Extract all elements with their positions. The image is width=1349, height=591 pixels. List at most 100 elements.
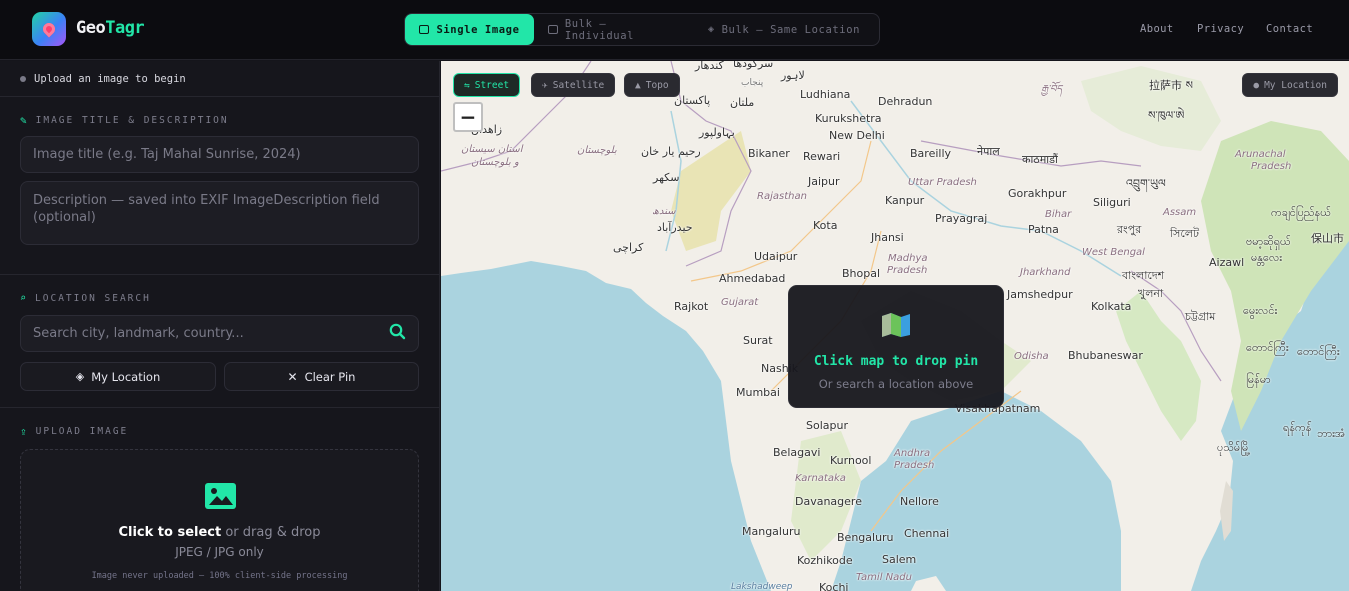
logo[interactable] bbox=[32, 12, 66, 46]
map-label: Aizawl bbox=[1209, 256, 1245, 269]
map-label: ས་ཁུལ་ཨེ bbox=[1148, 109, 1185, 122]
map-label: 拉萨市 ས bbox=[1149, 79, 1193, 92]
map-label: Jhansi bbox=[871, 231, 904, 244]
map-label: Udaipur bbox=[754, 250, 798, 263]
map-label: West Bengal bbox=[1082, 247, 1145, 258]
map-label: Ahmedabad bbox=[719, 272, 786, 285]
map-label: سندھ bbox=[652, 206, 676, 217]
map-label: Kanpur bbox=[885, 194, 925, 207]
mode-bulk-individual[interactable]: Bulk — Individual bbox=[534, 14, 694, 45]
map-label: Jharkhand bbox=[1020, 267, 1071, 278]
nav-contact[interactable]: Contact bbox=[1266, 23, 1313, 35]
map-label: پنجاب bbox=[741, 78, 764, 88]
map-label: မန္တလေး bbox=[1251, 251, 1283, 264]
map-label: Tamil Nadu bbox=[856, 572, 912, 583]
map-label: Rajasthan bbox=[757, 191, 807, 202]
map-label: Solapur bbox=[806, 419, 848, 432]
map-label: Jaipur bbox=[808, 175, 840, 188]
images-icon bbox=[548, 25, 558, 34]
map-label: سکھر bbox=[653, 171, 680, 184]
map-label: Davanagere bbox=[795, 495, 862, 508]
map-label: Kurnool bbox=[830, 454, 872, 467]
nav-privacy[interactable]: Privacy bbox=[1197, 23, 1244, 35]
map-label: Bihar bbox=[1045, 209, 1072, 220]
layer-satellite-tab[interactable]: ✈ Satellite bbox=[531, 73, 616, 97]
mode-bulk-same-location[interactable]: ◈ Bulk — Same Location bbox=[694, 14, 874, 45]
map-label: Arunachal bbox=[1235, 149, 1286, 160]
map-label: 保山市 bbox=[1311, 232, 1344, 245]
map-label: Bengaluru bbox=[837, 531, 894, 544]
brand-name[interactable]: GeoTagr bbox=[76, 18, 145, 38]
map-label: တောင်ကြီး bbox=[1246, 341, 1289, 354]
map-label: کراچی bbox=[613, 241, 644, 254]
map-label: بلوچستان bbox=[577, 145, 617, 156]
map-label: Kozhikode bbox=[797, 554, 853, 567]
map-label: کندهار bbox=[695, 61, 724, 72]
upload-section: ⇪ UPLOAD IMAGE Click to select or drag &… bbox=[0, 408, 439, 591]
crosshair-icon: ◈ bbox=[75, 370, 85, 383]
map-label: Bhubaneswar bbox=[1068, 349, 1143, 362]
my-location-button[interactable]: ◈ My Location bbox=[20, 362, 216, 391]
pencil-icon: ✎ bbox=[20, 113, 29, 127]
map-label: Surat bbox=[743, 334, 773, 347]
layer-street-tab[interactable]: ⇋ Street bbox=[453, 73, 521, 97]
map-label: Gujarat bbox=[721, 297, 759, 308]
description-textarea[interactable]: Description — saved into EXIF ImageDescr… bbox=[20, 181, 419, 245]
upload-dropzone[interactable]: Click to select or drag & drop JPEG / JP… bbox=[20, 449, 419, 591]
overlay-subtitle: Or search a location above bbox=[818, 377, 974, 391]
map-label: ကချင်ပြည်နယ် bbox=[1271, 206, 1331, 219]
map-label: Andhra bbox=[894, 448, 931, 459]
map-label: တောင်ကြီး bbox=[1297, 345, 1340, 358]
nav-about[interactable]: About bbox=[1140, 23, 1174, 35]
map-label: ဘားအံ bbox=[1317, 427, 1346, 440]
map-label: Rewari bbox=[803, 150, 841, 163]
map-canvas[interactable]: کندهار سرگودھا لاہور پنجاب پاکستان ملتان… bbox=[441, 61, 1349, 591]
map-label: Uttar Pradesh bbox=[908, 177, 977, 188]
map-label: Kurukshetra bbox=[815, 112, 882, 125]
map-label: Madhya bbox=[888, 253, 928, 264]
satellite-icon: ✈ bbox=[542, 79, 548, 91]
map-label: سرگودھا bbox=[733, 61, 774, 70]
map-label: ပုသိမ်မြို့ bbox=[1217, 441, 1251, 454]
overlay-title: Click map to drop pin bbox=[813, 354, 979, 369]
image-title-input[interactable]: Image title (e.g. Taj Mahal Sunrise, 202… bbox=[20, 136, 419, 173]
zoom-out-button[interactable]: − bbox=[453, 102, 483, 132]
map-label: Karnataka bbox=[795, 473, 846, 484]
mountain-icon: ▲ bbox=[635, 79, 641, 91]
map-label: Bareilly bbox=[910, 147, 952, 160]
location-search-input[interactable]: Search city, landmark, country... bbox=[20, 315, 419, 352]
map-my-location-button[interactable]: ● My Location bbox=[1242, 73, 1338, 97]
image-icon bbox=[419, 25, 430, 34]
layers-icon: ◈ bbox=[708, 24, 715, 35]
map-label: Pradesh bbox=[1251, 161, 1292, 172]
upload-icon: ⇪ bbox=[20, 424, 29, 438]
map-label: Patna bbox=[1028, 223, 1059, 236]
map-label: မွေးလင်း bbox=[1243, 304, 1278, 317]
section-heading: ✎ IMAGE TITLE & DESCRIPTION bbox=[20, 113, 229, 127]
map-label: استان سیستان bbox=[461, 144, 523, 155]
map-label: Rajkot bbox=[674, 300, 709, 313]
map-label: Bikaner bbox=[748, 147, 790, 160]
map-label: حیدرآباد bbox=[657, 221, 693, 234]
map-label: رحیم یار خان bbox=[641, 145, 701, 158]
map-label: ရန်ကုန် bbox=[1283, 421, 1312, 434]
search-icon: ⌕ bbox=[20, 292, 29, 304]
layer-topo-tab[interactable]: ▲ Topo bbox=[624, 73, 680, 97]
map-label: Assam bbox=[1163, 207, 1197, 218]
location-search-section: ⌕ LOCATION SEARCH Search city, landmark,… bbox=[0, 275, 439, 408]
mode-single-image[interactable]: Single Image bbox=[405, 14, 534, 45]
map-label: New Delhi bbox=[829, 129, 885, 142]
map-label: و بلوچستان bbox=[471, 157, 519, 168]
clear-pin-button[interactable]: ✕ Clear Pin bbox=[224, 362, 419, 391]
map-label: Ludhiana bbox=[800, 88, 851, 101]
map-label: Kolkata bbox=[1091, 300, 1132, 313]
sidebar: Upload an image to begin ✎ IMAGE TITLE &… bbox=[0, 61, 440, 591]
drop-pin-hint: Click map to drop pin Or search a locati… bbox=[788, 285, 1004, 408]
upload-formats: JPEG / JPG only bbox=[175, 545, 264, 559]
search-icon[interactable] bbox=[389, 323, 406, 344]
privacy-note: Image never uploaded — 100% client-side … bbox=[91, 571, 348, 581]
map-label: རྒྱ་བོད bbox=[1041, 84, 1063, 95]
map-label: রংপুর bbox=[1117, 223, 1142, 236]
map-label: Prayagraj bbox=[935, 212, 988, 225]
map-label: Kochi bbox=[819, 581, 849, 591]
